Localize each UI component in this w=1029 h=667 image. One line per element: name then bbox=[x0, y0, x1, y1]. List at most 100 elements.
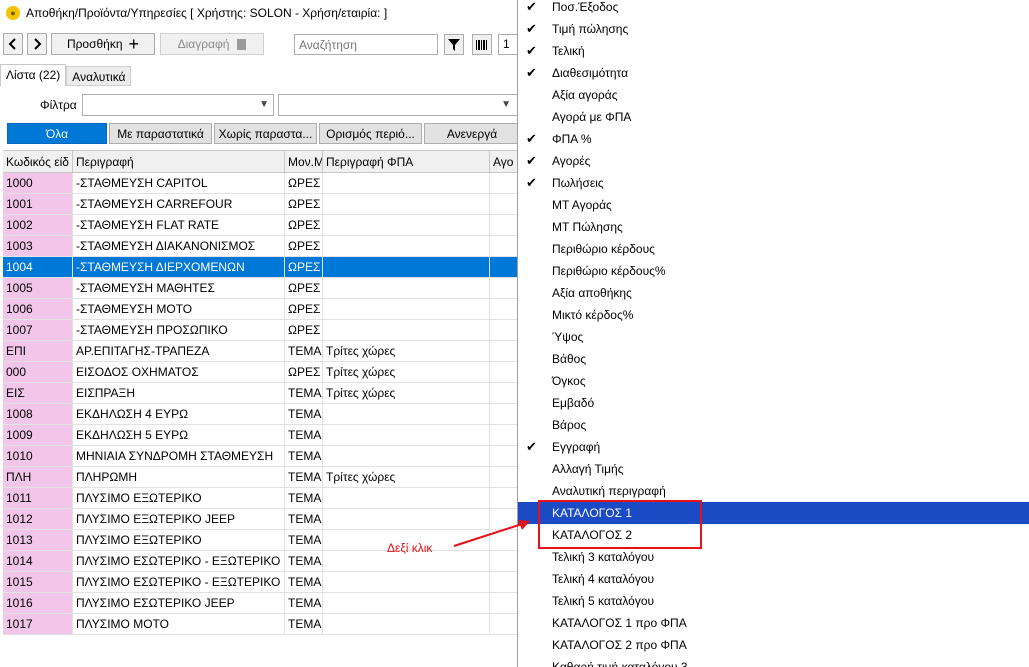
table-row[interactable]: 1014 ΠΛΥΣΙΜΟ ΕΣΩΤΕΡΙΚΟ - ΕΞΩΤΕΡΙΚΟ ΤΕΜΑ bbox=[3, 551, 520, 572]
menu-item[interactable]: Βάρος bbox=[518, 414, 1029, 436]
table-row[interactable]: 1002 -ΣΤΑΘΜΕΥΣΗ FLAT RATE ΩΡΕΣ bbox=[3, 215, 520, 236]
menu-item[interactable]: ✔ Εγγραφή bbox=[518, 436, 1029, 458]
category-period-button[interactable]: Ορισμός περιό... bbox=[319, 123, 422, 144]
forward-button[interactable] bbox=[27, 33, 47, 55]
cell-code: 1009 bbox=[3, 425, 73, 445]
menu-item[interactable]: ✔ Διαθεσιμότητα bbox=[518, 62, 1029, 84]
chevron-down-icon: ▼ bbox=[259, 99, 269, 110]
table-row[interactable]: ΕΙΣ ΕΙΣΠΡΑΞΗ ΤΕΜΑ Τρίτες χώρες bbox=[3, 383, 520, 404]
cell-code: 1011 bbox=[3, 488, 73, 508]
cell-purchase bbox=[490, 299, 520, 319]
menu-item[interactable]: Αναλυτική περιγραφή bbox=[518, 480, 1029, 502]
menu-item[interactable]: ΜΤ Πώλησης bbox=[518, 216, 1029, 238]
category-all-button[interactable]: Όλα bbox=[7, 123, 107, 144]
table-row[interactable]: 1000 -ΣΤΑΘΜΕΥΣΗ CAPITOL ΩΡΕΣ bbox=[3, 173, 520, 194]
annotation-arrow-icon bbox=[453, 520, 530, 547]
menu-item[interactable]: Περιθώριο κέρδους bbox=[518, 238, 1029, 260]
cell-description: -ΣΤΑΘΜΕΥΣΗ CARREFOUR bbox=[73, 194, 285, 214]
cell-unit: ΩΡΕΣ bbox=[285, 362, 323, 382]
table-row[interactable]: 1010 ΜΗΝΙΑΙΑ ΣΥΝΔΡΟΜΗ ΣΤΑΘΜΕΥΣΗ ΤΕΜΑ bbox=[3, 446, 520, 467]
column-header-unit[interactable]: Μον.Μ bbox=[285, 151, 323, 173]
menu-item[interactable]: ΜΤ Αγοράς bbox=[518, 194, 1029, 216]
add-button[interactable]: Προσθήκη + bbox=[51, 33, 155, 55]
column-header-description[interactable]: Περιγραφή bbox=[73, 151, 285, 173]
menu-item[interactable]: Τελική 3 καταλόγου bbox=[518, 546, 1029, 568]
filter-combo-2[interactable]: ▼ bbox=[278, 94, 520, 116]
menu-item[interactable]: Τελική 4 καταλόγου bbox=[518, 568, 1029, 590]
back-button[interactable] bbox=[3, 33, 23, 55]
menu-item[interactable]: Όγκος bbox=[518, 370, 1029, 392]
column-header-code[interactable]: Κωδικός είδ bbox=[3, 151, 73, 173]
cell-code: 1017 bbox=[3, 614, 73, 634]
menu-item-label: Αναλυτική περιγραφή bbox=[552, 484, 666, 498]
delete-button[interactable]: Διαγραφή bbox=[160, 33, 264, 55]
table-row[interactable]: 1008 ΕΚΔΗΛΩΣΗ 4 ΕΥΡΩ ΤΕΜΑ bbox=[3, 404, 520, 425]
menu-item[interactable]: ✔ Τελική bbox=[518, 40, 1029, 62]
cell-description: ΕΚΔΗΛΩΣΗ 4 ΕΥΡΩ bbox=[73, 404, 285, 424]
table-row[interactable]: 1015 ΠΛΥΣΙΜΟ ΕΣΩΤΕΡΙΚΟ - ΕΞΩΤΕΡΙΚΟ ΤΕΜΑ bbox=[3, 572, 520, 593]
category-with-docs-button[interactable]: Με παραστατικά bbox=[109, 123, 212, 144]
filter-button[interactable] bbox=[444, 34, 464, 55]
table-row[interactable]: 1012 ΠΛΥΣΙΜΟ ΕΞΩΤΕΡΙΚΟ JEEP ΤΕΜΑ bbox=[3, 509, 520, 530]
menu-item[interactable]: ΚΑΤΑΛΟΓΟΣ 1 προ ΦΠΑ bbox=[518, 612, 1029, 634]
column-header-vat-description[interactable]: Περιγραφή ΦΠΑ bbox=[323, 151, 490, 173]
column-header-purchase[interactable]: Αγο bbox=[490, 151, 520, 173]
cell-description: -ΣΤΑΘΜΕΥΣΗ FLAT RATE bbox=[73, 215, 285, 235]
menu-item[interactable]: ΚΑΤΑΛΟΓΟΣ 2 προ ΦΠΑ bbox=[518, 634, 1029, 656]
menu-item[interactable]: Αγορά με ΦΠΑ bbox=[518, 106, 1029, 128]
table-row[interactable]: 1006 -ΣΤΑΘΜΕΥΣΗ ΜΟΤΟ ΩΡΕΣ bbox=[3, 299, 520, 320]
menu-item[interactable]: Καθαρή τιμή καταλόγου 3 bbox=[518, 656, 1029, 667]
barcode-button[interactable] bbox=[472, 34, 492, 55]
tab-list[interactable]: Λίστα (22) bbox=[0, 64, 67, 86]
menu-item[interactable]: Ύψος bbox=[518, 326, 1029, 348]
table-row[interactable]: ΠΛΗ ΠΛΗΡΩΜΗ ΤΕΜΑ Τρίτες χώρες bbox=[3, 467, 520, 488]
table-row[interactable]: 1003 -ΣΤΑΘΜΕΥΣΗ ΔΙΑΚΑΝΟΝΙΣΜΟΣ ΩΡΕΣ bbox=[3, 236, 520, 257]
menu-item[interactable]: Βάθος bbox=[518, 348, 1029, 370]
table-row[interactable]: 1016 ΠΛΥΣΙΜΟ ΕΣΩΤΕΡΙΚΟ JEEP ΤΕΜΑ bbox=[3, 593, 520, 614]
menu-item[interactable]: Τελική 5 καταλόγου bbox=[518, 590, 1029, 612]
table-row[interactable]: 1017 ΠΛΥΣΙΜΟ ΜΟΤΟ ΤΕΜΑ bbox=[3, 614, 520, 635]
table-row[interactable]: 1011 ΠΛΥΣΙΜΟ ΕΞΩΤΕΡΙΚΟ ΤΕΜΑ bbox=[3, 488, 520, 509]
cell-purchase bbox=[490, 215, 520, 235]
menu-item[interactable]: Αλλαγή Τιμής bbox=[518, 458, 1029, 480]
cell-vat-description bbox=[323, 299, 490, 319]
table-row[interactable]: 1013 ΠΛΥΣΙΜΟ ΕΞΩΤΕΡΙΚΟ ΤΕΜΑ bbox=[3, 530, 520, 551]
category-without-docs-button[interactable]: Χωρίς παραστα... bbox=[214, 123, 317, 144]
table-row[interactable]: 1007 -ΣΤΑΘΜΕΥΣΗ ΠΡΟΣΩΠΙΚΟ ΩΡΕΣ bbox=[3, 320, 520, 341]
cell-description: ΠΛΥΣΙΜΟ ΕΞΩΤΕΡΙΚΟ bbox=[73, 530, 285, 550]
tab-details[interactable]: Αναλυτικά bbox=[66, 66, 132, 86]
cell-description: ΠΛΥΣΙΜΟ ΕΣΩΤΕΡΙΚΟ - ΕΞΩΤΕΡΙΚΟ bbox=[73, 572, 285, 592]
cell-vat-description bbox=[323, 278, 490, 298]
table-row[interactable]: 1005 -ΣΤΑΘΜΕΥΣΗ ΜΑΘΗΤΕΣ ΩΡΕΣ bbox=[3, 278, 520, 299]
cell-code: 1000 bbox=[3, 173, 73, 193]
menu-item[interactable]: ✔ Τιμή πώλησης bbox=[518, 18, 1029, 40]
table-row[interactable]: 1001 -ΣΤΑΘΜΕΥΣΗ CARREFOUR ΩΡΕΣ bbox=[3, 194, 520, 215]
menu-item[interactable]: ✔ Πωλήσεις bbox=[518, 172, 1029, 194]
menu-item-label: Τιμή πώλησης bbox=[552, 22, 629, 36]
cell-code: ΕΠΙ bbox=[3, 341, 73, 361]
checkmark-icon: ✔ bbox=[526, 131, 537, 146]
menu-item[interactable]: Μικτό κέρδος% bbox=[518, 304, 1029, 326]
cell-description: -ΣΤΑΘΜΕΥΣΗ ΔΙΕΡΧΟΜΕΝΩΝ bbox=[73, 257, 285, 277]
menu-item[interactable]: Αξία αποθήκης bbox=[518, 282, 1029, 304]
menu-item[interactable]: Εμβαδό bbox=[518, 392, 1029, 414]
cell-unit: ΩΡΕΣ bbox=[285, 299, 323, 319]
menu-item[interactable]: ✔ ΦΠΑ % bbox=[518, 128, 1029, 150]
menu-item[interactable]: Αξία αγοράς bbox=[518, 84, 1029, 106]
table-row[interactable]: ΕΠΙ ΑΡ.ΕΠΙΤΑΓΗΣ-ΤΡΑΠΕΖΑ ΤΕΜΑ Τρίτες χώρες bbox=[3, 341, 520, 362]
menu-item[interactable]: Περιθώριο κέρδους% bbox=[518, 260, 1029, 282]
filter-combo-1[interactable]: ▼ bbox=[82, 94, 274, 116]
cell-vat-description bbox=[323, 215, 490, 235]
table-row[interactable]: 000 ΕΙΣΟΔΟΣ ΟΧΗΜΑΤΟΣ ΩΡΕΣ Τρίτες χώρες bbox=[3, 362, 520, 383]
cell-vat-description bbox=[323, 425, 490, 445]
menu-item[interactable]: ✔ Αγορές bbox=[518, 150, 1029, 172]
cell-purchase bbox=[490, 236, 520, 256]
category-inactive-button[interactable]: Ανενεργά bbox=[424, 123, 520, 144]
table-row[interactable]: 1009 ΕΚΔΗΛΩΣΗ 5 ΕΥΡΩ ΤΕΜΑ bbox=[3, 425, 520, 446]
menu-item[interactable]: ✔ Ποσ.Έξοδος bbox=[518, 0, 1029, 18]
table-row[interactable]: 1004 -ΣΤΑΘΜΕΥΣΗ ΔΙΕΡΧΟΜΕΝΩΝ ΩΡΕΣ bbox=[3, 257, 520, 278]
search-input[interactable] bbox=[294, 34, 438, 55]
cell-code: 1003 bbox=[3, 236, 73, 256]
cell-description: ΜΗΝΙΑΙΑ ΣΥΝΔΡΟΜΗ ΣΤΑΘΜΕΥΣΗ bbox=[73, 446, 285, 466]
cell-unit: ΤΕΜΑ bbox=[285, 530, 323, 550]
